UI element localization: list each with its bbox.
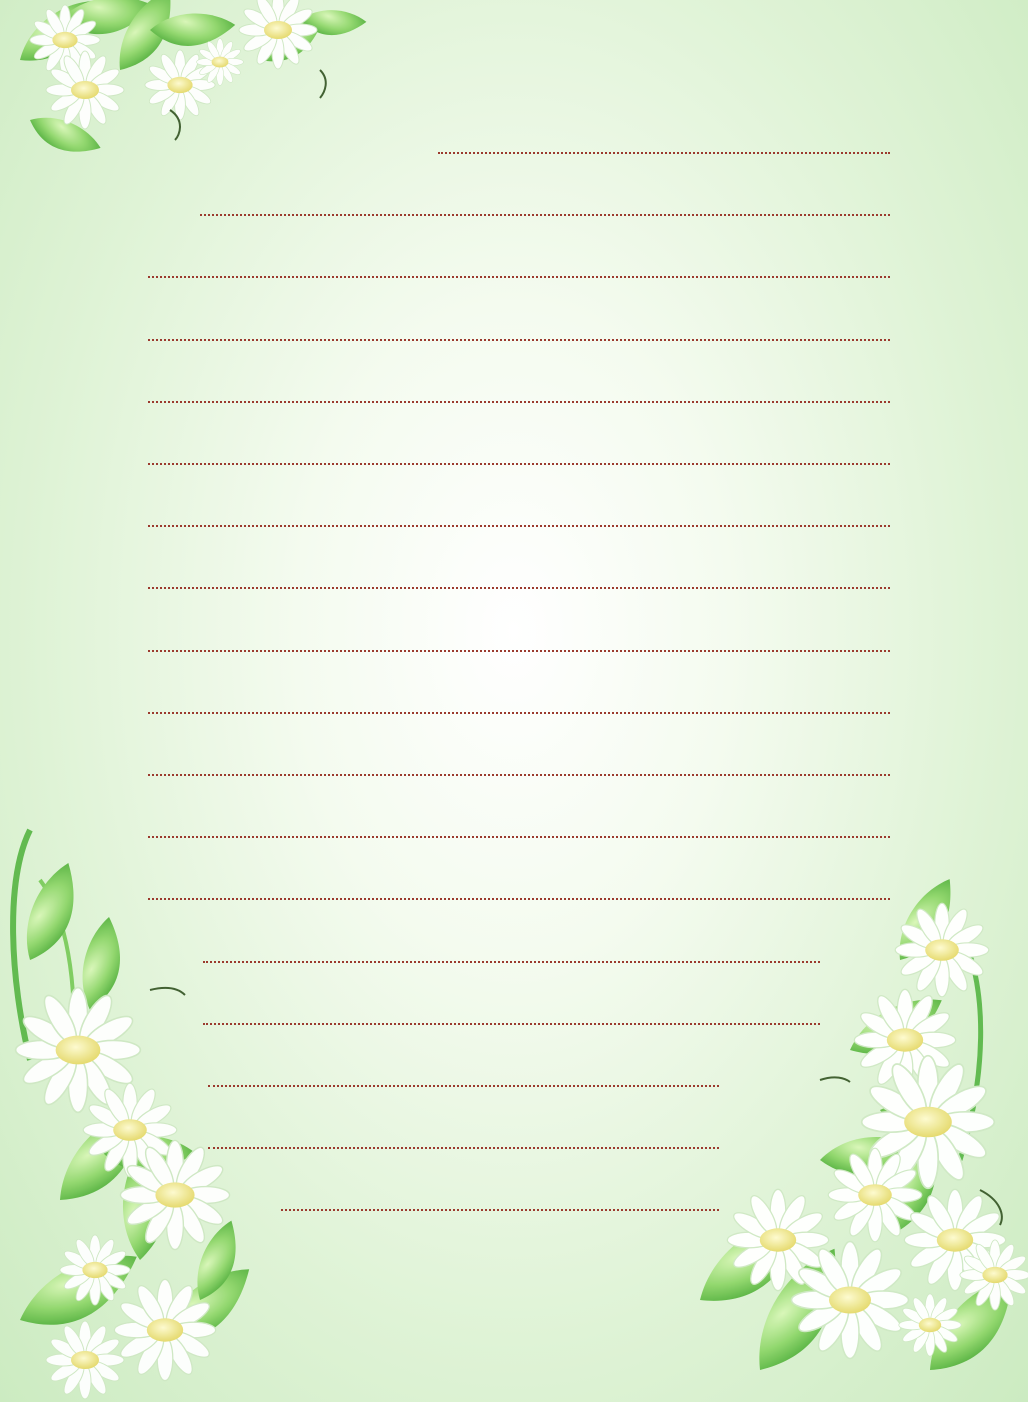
writing-line[interactable] bbox=[148, 898, 890, 900]
writing-line[interactable] bbox=[281, 1209, 719, 1211]
writing-line[interactable] bbox=[208, 1147, 719, 1149]
writing-line[interactable] bbox=[148, 401, 890, 403]
writing-line[interactable] bbox=[148, 276, 890, 278]
writing-line[interactable] bbox=[148, 712, 890, 714]
writing-line[interactable] bbox=[148, 463, 890, 465]
writing-line[interactable] bbox=[438, 152, 890, 154]
writing-line[interactable] bbox=[148, 774, 890, 776]
writing-line[interactable] bbox=[203, 1023, 820, 1025]
flowers-bottom-left bbox=[1, 828, 265, 1400]
letter-paper bbox=[0, 0, 1028, 1402]
writing-line[interactable] bbox=[148, 650, 890, 652]
writing-line[interactable] bbox=[148, 339, 890, 341]
writing-line[interactable] bbox=[148, 587, 890, 589]
writing-line[interactable] bbox=[148, 525, 890, 527]
writing-line[interactable] bbox=[148, 836, 890, 838]
flowers-bottom-right bbox=[683, 876, 1028, 1380]
flowers-top-left bbox=[8, 0, 368, 172]
writing-line[interactable] bbox=[203, 961, 820, 963]
writing-line[interactable] bbox=[200, 214, 890, 216]
floral-decoration bbox=[1, 0, 1028, 1400]
writing-line[interactable] bbox=[208, 1085, 719, 1087]
